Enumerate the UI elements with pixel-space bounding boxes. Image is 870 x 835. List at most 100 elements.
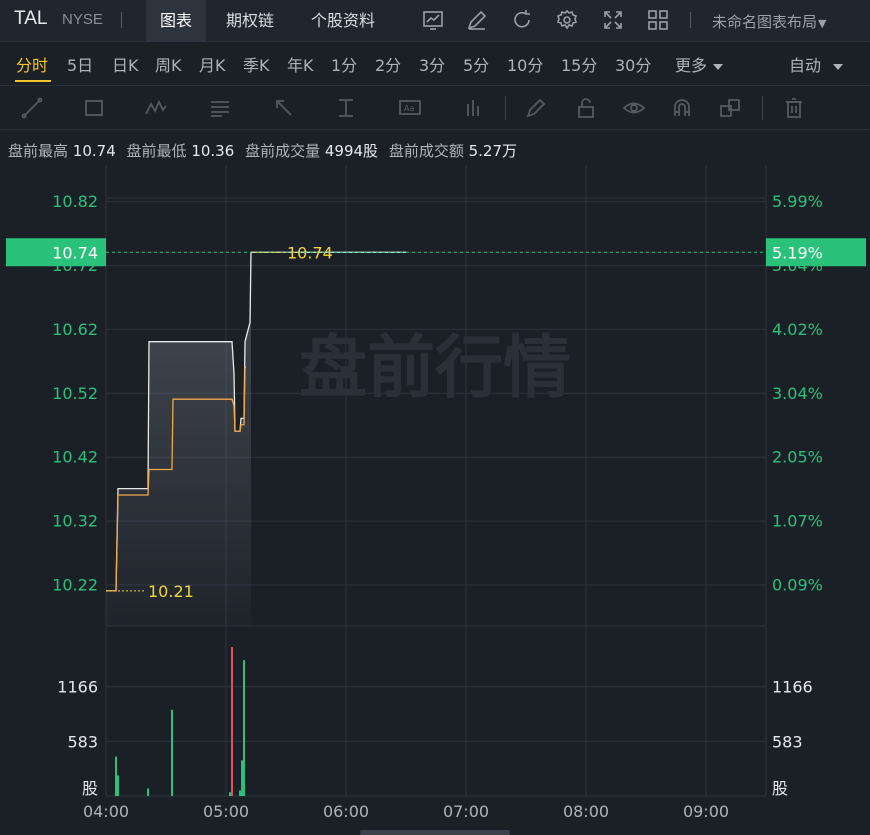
divider: [690, 12, 691, 28]
time-tick-label: 08:00: [563, 802, 609, 821]
watermark-text: 盘前行情: [299, 329, 571, 408]
period-3min[interactable]: 3分: [419, 52, 445, 76]
volume-tick-label-left: 股: [82, 779, 98, 798]
price-tick-label: 10.42: [52, 448, 98, 467]
period-30min[interactable]: 30分: [615, 52, 651, 76]
premarket-high-label: 盘前最高: [8, 142, 69, 160]
ticker-symbol: TAL: [14, 8, 48, 29]
trend-line-icon[interactable]: [20, 96, 44, 120]
layout-name-label: 未命名图表布局: [712, 13, 818, 31]
tab-chart[interactable]: 图表: [146, 0, 207, 41]
magnet-icon[interactable]: [670, 96, 694, 120]
volume-bar: [115, 756, 117, 796]
period-15min[interactable]: 15分: [561, 52, 597, 76]
eye-icon[interactable]: [622, 96, 646, 120]
percent-tick-label: 2.05%: [772, 448, 823, 467]
rectangle-icon[interactable]: [82, 96, 106, 120]
period-2min[interactable]: 2分: [375, 52, 401, 76]
volume-bar: [231, 646, 233, 796]
caret-down-icon: [713, 63, 724, 70]
current-percent-tag-label: 5.19%: [772, 243, 823, 262]
volume-tick-label-right: 583: [772, 732, 803, 751]
percent-tick-label: 1.07%: [772, 512, 823, 531]
time-tick-label: 06:00: [323, 802, 369, 821]
bar-chart-icon[interactable]: [462, 96, 486, 120]
volume-tick-label-left: 1166: [57, 678, 98, 697]
period-day-k[interactable]: 日K: [112, 52, 139, 76]
refresh-icon[interactable]: [510, 8, 534, 32]
period-quarter-k[interactable]: 季K: [243, 52, 270, 76]
tab-options-chain[interactable]: 期权链: [212, 0, 288, 41]
divider: [505, 96, 506, 120]
min-price-label: 10.21: [148, 582, 194, 601]
period-10min[interactable]: 10分: [507, 52, 543, 76]
period-5day[interactable]: 5日: [67, 52, 93, 76]
layers-icon[interactable]: [718, 96, 742, 120]
scale-mode-dropdown[interactable]: 自动: [789, 52, 844, 76]
wave-pattern-icon[interactable]: [144, 96, 168, 120]
period-more-dropdown[interactable]: 更多: [675, 52, 724, 76]
scale-mode-label: 自动: [789, 56, 822, 75]
layout-dropdown[interactable]: 未命名图表布局▼: [712, 11, 826, 32]
grid-layout-icon[interactable]: [646, 8, 670, 32]
price-tick-label: 10.22: [52, 575, 98, 594]
price-tick-label: 10.62: [52, 320, 98, 339]
volume-bar: [241, 760, 243, 796]
premarket-low-label: 盘前最低: [126, 142, 187, 160]
text-label-icon[interactable]: Aa: [398, 96, 422, 120]
settings-gear-icon[interactable]: [555, 8, 579, 32]
current-price-tag-label: 10.74: [52, 243, 98, 262]
divider: [121, 12, 122, 28]
brush-icon[interactable]: [524, 96, 548, 120]
draw-pen-icon[interactable]: [465, 8, 489, 32]
percent-tick-label: 0.09%: [772, 575, 823, 594]
lock-icon[interactable]: [574, 96, 598, 120]
intraday-chart[interactable]: 盘前行情10.7410.2110.8210.7210.6210.5210.421…: [0, 166, 870, 835]
divider: [762, 96, 763, 120]
exchange-label: NYSE: [62, 11, 103, 28]
indicator-icon[interactable]: [421, 8, 445, 32]
period-intraday[interactable]: 分时: [16, 52, 48, 76]
period-week-k[interactable]: 周K: [155, 52, 182, 76]
volume-bar: [147, 788, 149, 796]
volume-bar: [117, 775, 119, 796]
percent-tick-label: 4.02%: [772, 320, 823, 339]
premarket-turnover-value: 5.27万: [468, 142, 518, 160]
time-tick-label: 07:00: [443, 802, 489, 821]
price-tick-label: 10.82: [52, 192, 98, 211]
tab-stock-profile[interactable]: 个股资料: [297, 0, 389, 41]
arrow-icon[interactable]: [272, 96, 296, 120]
fullscreen-icon[interactable]: [601, 8, 625, 32]
price-range-icon[interactable]: [334, 96, 358, 120]
max-price-label: 10.74: [287, 243, 333, 262]
volume-bar: [243, 660, 245, 796]
trash-icon[interactable]: [782, 96, 806, 120]
price-area: [106, 252, 251, 626]
chart-scrollbar[interactable]: [360, 830, 510, 835]
svg-text:Aa: Aa: [404, 104, 414, 113]
premarket-turnover-label: 盘前成交额: [388, 142, 464, 160]
top-bar: TAL NYSE 图表 期权链 个股资料 未命名图表布局▼: [0, 0, 870, 42]
volume-tick-label-right: 股: [772, 779, 788, 798]
price-tick-label: 10.32: [52, 512, 98, 531]
period-month-k[interactable]: 月K: [199, 52, 226, 76]
chevron-down-icon: ▼: [818, 17, 827, 30]
period-more-label: 更多: [675, 56, 708, 75]
fibonacci-icon[interactable]: [208, 96, 232, 120]
drawing-toolbar: Aa: [0, 86, 870, 130]
premarket-summary: 盘前最高 10.74 盘前最低 10.36 盘前成交量 4994股 盘前成交额 …: [8, 140, 523, 161]
time-tick-label: 04:00: [83, 802, 129, 821]
time-tick-label: 05:00: [203, 802, 249, 821]
period-1min[interactable]: 1分: [331, 52, 357, 76]
active-period-underline: [15, 80, 51, 82]
caret-down-icon: [833, 63, 844, 70]
percent-tick-label: 3.04%: [772, 384, 823, 403]
period-bar: 分时 5日 日K 周K 月K 季K 年K 1分 2分 3分 5分 10分 15分…: [0, 42, 870, 86]
period-5min[interactable]: 5分: [463, 52, 489, 76]
period-year-k[interactable]: 年K: [287, 52, 314, 76]
volume-bar: [229, 792, 231, 796]
premarket-low-value: 10.36: [191, 142, 235, 160]
volume-bar: [171, 709, 173, 796]
time-tick-label: 09:00: [683, 802, 729, 821]
volume-bar: [239, 790, 241, 796]
